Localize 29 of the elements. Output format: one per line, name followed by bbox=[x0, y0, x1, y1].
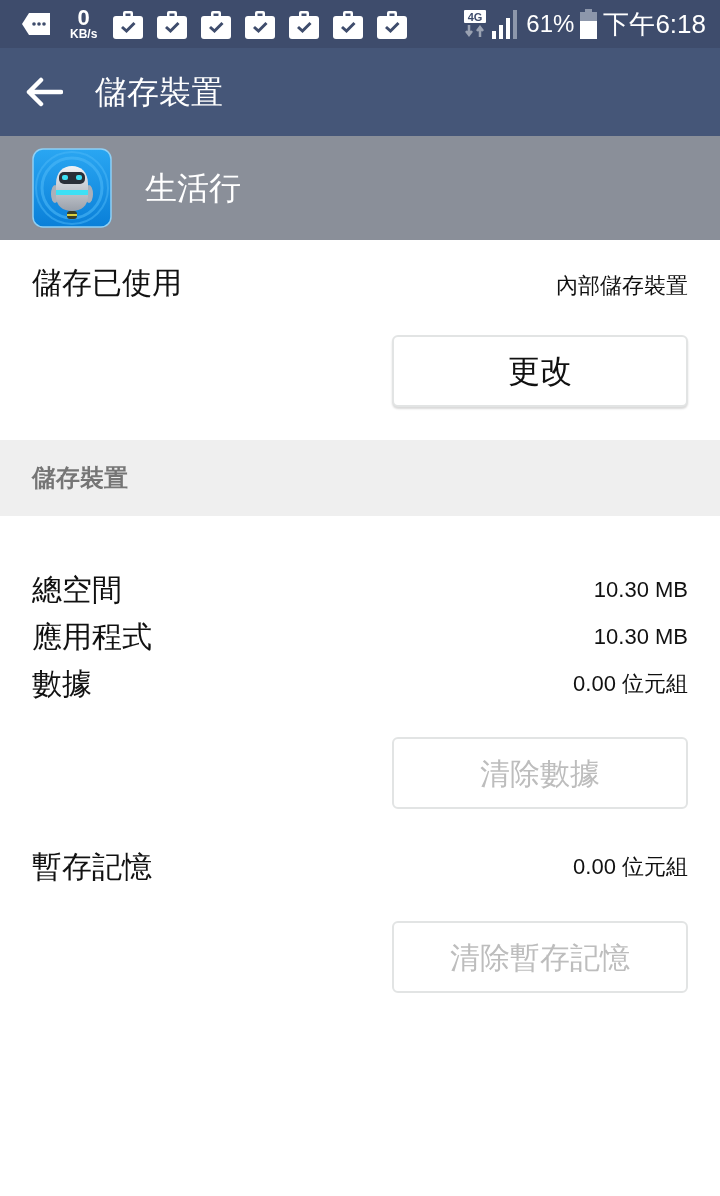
briefcase-check-icon bbox=[377, 9, 408, 39]
battery-percent: 61% bbox=[526, 9, 575, 39]
battery-icon bbox=[580, 9, 598, 39]
app-name: 生活行 bbox=[145, 169, 241, 208]
row-value: 10.30 MB bbox=[593, 622, 688, 651]
storage-location: 內部儲存裝置 bbox=[556, 272, 688, 300]
briefcase-check-icon bbox=[157, 9, 188, 39]
speed-value: 0 bbox=[77, 8, 90, 28]
row-label: 應用程式 bbox=[32, 618, 152, 655]
action-button[interactable]: 更改 bbox=[392, 335, 688, 407]
row-label: 儲存已使用 bbox=[32, 265, 182, 301]
briefcase-check-icon bbox=[201, 9, 232, 39]
briefcase-check-icon bbox=[113, 9, 144, 39]
clock-time: 下午6:18 bbox=[603, 9, 706, 39]
row-label: 總空間 bbox=[32, 571, 122, 608]
row-value: 0.00 位元組 bbox=[573, 852, 688, 881]
row-value: 0.00 位元組 bbox=[573, 669, 688, 698]
briefcase-check-icon bbox=[333, 9, 364, 39]
row-value: 10.30 MB bbox=[593, 575, 688, 604]
chat-icon bbox=[22, 13, 50, 35]
section-header: 儲存裝置 bbox=[32, 463, 128, 493]
robot-app-icon bbox=[32, 148, 112, 228]
back-arrow-icon[interactable] bbox=[25, 77, 63, 107]
speed-unit: KB/s bbox=[70, 28, 98, 40]
briefcase-check-icon bbox=[289, 9, 320, 39]
row-label: 暫存記憶 bbox=[32, 848, 152, 885]
screen-title: 儲存裝置 bbox=[95, 73, 223, 112]
row-label: 數據 bbox=[32, 665, 92, 702]
briefcase-check-icon bbox=[245, 9, 276, 39]
